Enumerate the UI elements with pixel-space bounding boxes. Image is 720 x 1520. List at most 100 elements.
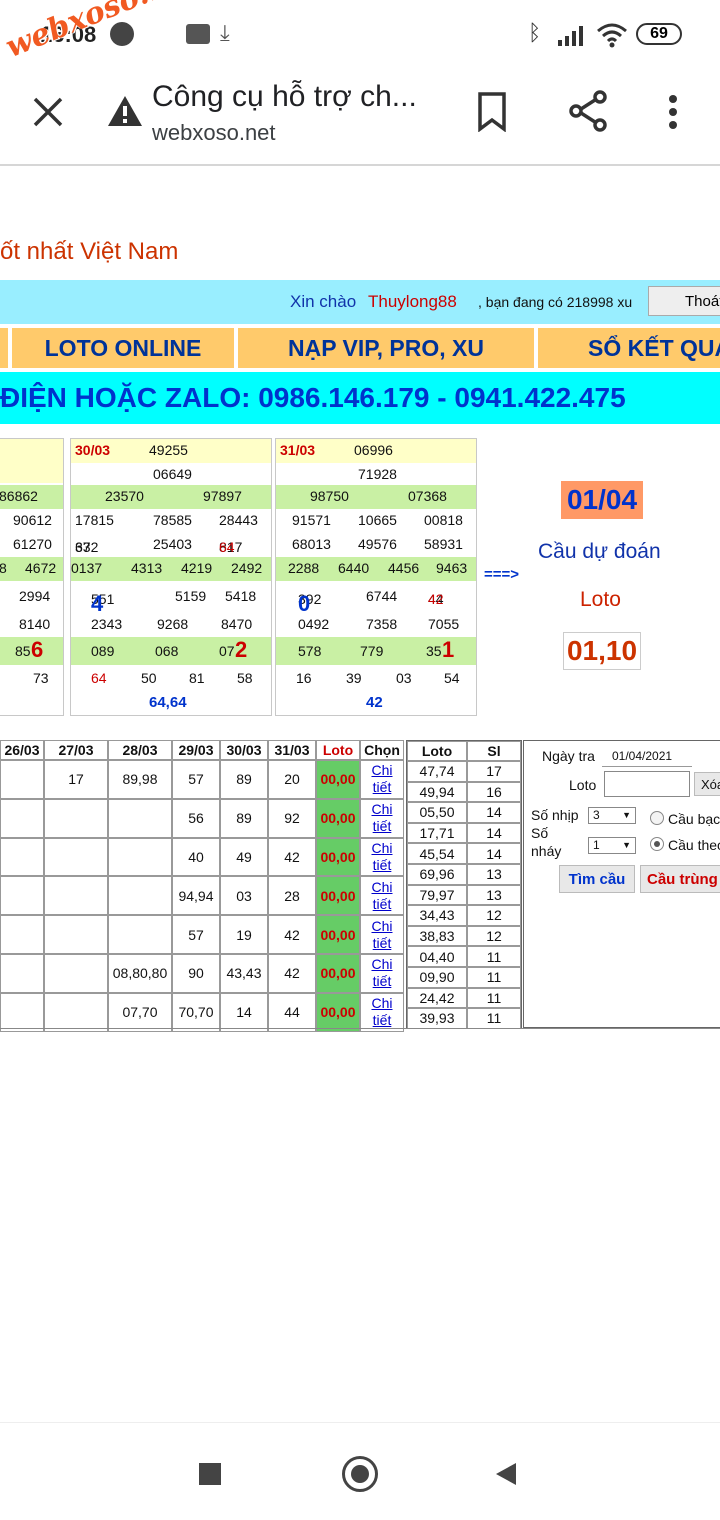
detail-link[interactable]: Chi tiết	[360, 798, 404, 838]
freq-cell: 11	[467, 967, 521, 988]
detail-link[interactable]: Chi tiết	[360, 992, 404, 1032]
grid-cell: 89	[220, 760, 268, 799]
freq-cell: 13	[467, 864, 521, 885]
arrow-indicator: ===>	[484, 566, 520, 583]
freq-cell: 11	[467, 946, 521, 967]
result-cell: 6440	[338, 560, 370, 576]
grid-cell: 89,98	[108, 760, 172, 799]
result-cell: 5159	[175, 588, 207, 604]
grid-cell: 43,43	[220, 954, 268, 993]
freq-cell: 09,90	[407, 967, 467, 988]
divider	[0, 1028, 720, 1029]
result-cell: 23570	[105, 488, 144, 504]
browser-toolbar: Công cụ hỗ trợ ch... webxoso.net	[0, 68, 720, 166]
logout-button[interactable]: Thoát	[648, 286, 720, 316]
date-input[interactable]: 01/04/2021	[602, 745, 692, 767]
radio-dot	[654, 841, 660, 847]
home-icon[interactable]	[342, 1456, 378, 1492]
detail-link-text: tiết	[372, 856, 392, 873]
freq-cell: 45,54	[407, 843, 467, 864]
result-cell: 06996	[354, 442, 393, 458]
grid-cell: 40	[172, 837, 220, 877]
nhay-label: nháy	[531, 843, 562, 859]
result-cell: 06649	[153, 466, 192, 482]
result-footer: 42	[366, 694, 383, 711]
detail-link-text: tiết	[372, 895, 392, 912]
page-url[interactable]: webxoso.net	[152, 120, 276, 146]
close-icon[interactable]	[32, 96, 64, 128]
detail-link[interactable]: Chi tiết	[360, 954, 404, 993]
grid-cell	[44, 798, 108, 838]
result-cell: 2343	[91, 616, 123, 632]
result-cell: 07	[219, 643, 235, 659]
detail-link-text: Chi	[371, 995, 393, 1012]
detail-link-text: tiết	[372, 779, 392, 796]
freq-cell: 69,96	[407, 864, 467, 885]
result-footer: 64,64	[149, 694, 187, 711]
more-menu-icon[interactable]	[666, 94, 680, 130]
hotline-banner: ĐIỆN HOẶC ZALO: 0986.146.179 - 0941.422.…	[0, 372, 720, 424]
result-cell: 2994	[19, 588, 51, 604]
nhip-select[interactable]: 3 ▼	[588, 807, 636, 824]
nhay-value: 1	[593, 838, 600, 852]
android-nav-bar	[0, 1422, 720, 1520]
result-special: 1	[442, 637, 455, 662]
freq-cell: 13	[467, 884, 521, 906]
grid-header: 28/03	[108, 740, 172, 760]
result-cell: 71928	[358, 466, 397, 482]
recents-icon[interactable]	[199, 1463, 221, 1485]
result-cell: 54	[444, 670, 460, 686]
menu-so-ket-qua[interactable]: SỔ KẾT QUẢ	[538, 328, 720, 368]
result-cell: 8	[0, 560, 7, 576]
freq-cell: 05,50	[407, 802, 467, 823]
radio-cau-theo[interactable]	[650, 837, 664, 851]
user-bar: Xin chào Thuylong88 , bạn đang có 218998…	[0, 280, 720, 324]
grid-cell: 03	[220, 876, 268, 916]
grid-cell	[44, 954, 108, 993]
nhay-select[interactable]: 1 ▼	[588, 837, 636, 854]
find-cau-button[interactable]: Tìm cầu	[559, 865, 635, 893]
freq-cell: 17	[467, 761, 521, 782]
clear-button[interactable]: Xóa	[694, 772, 720, 796]
result-cell: 089	[91, 643, 115, 659]
result-cell: 9463	[436, 560, 468, 576]
result-cell: 28443	[219, 512, 258, 528]
menu-nap-vip[interactable]: NẠP VIP, PRO, XU	[238, 328, 536, 368]
loto-input[interactable]	[604, 771, 690, 797]
battery-icon: 69	[636, 23, 682, 45]
freq-cell: 16	[467, 781, 521, 803]
detail-link[interactable]: Chi tiết	[360, 915, 404, 954]
grid-header: 30/03	[220, 740, 268, 760]
greet-text: Xin chào	[290, 292, 357, 311]
grid-loto-cell: 00,00	[316, 798, 360, 838]
grid-cell	[108, 915, 172, 954]
bluetooth-icon: ᛒ	[528, 20, 542, 45]
logout-label: Thoát	[685, 292, 720, 310]
warning-icon[interactable]	[106, 94, 144, 128]
prediction-value: 01,10	[563, 632, 641, 670]
nhip-label: Số nhịp	[531, 807, 579, 823]
result-cell: 49576	[358, 536, 397, 552]
detail-link[interactable]: Chi tiết	[360, 760, 404, 799]
result-cell: 07368	[408, 488, 447, 504]
bookmark-icon[interactable]	[476, 92, 508, 132]
back-icon[interactable]	[494, 1461, 518, 1487]
prediction-date: 01/04	[561, 481, 643, 519]
prediction-loto-label: Loto	[580, 588, 621, 611]
result-cell: 8470	[221, 616, 253, 632]
radio-cau-bac[interactable]	[650, 811, 664, 825]
menu-edge	[0, 328, 10, 368]
grid-cell	[44, 915, 108, 954]
menu-loto-online[interactable]: LOTO ONLINE	[12, 328, 236, 368]
result-cell: 86862	[0, 488, 38, 504]
grid-header: 27/03	[44, 740, 108, 760]
result-cell: 2492	[231, 560, 263, 576]
result-cell: 9268	[157, 616, 189, 632]
result-cell: 4219	[181, 560, 213, 576]
share-icon[interactable]	[568, 90, 608, 132]
page-title[interactable]: Công cụ hỗ trợ ch...	[152, 80, 417, 114]
result-cell: 4672	[25, 560, 57, 576]
detail-link[interactable]: Chi tiết	[360, 876, 404, 916]
detail-link[interactable]: Chi tiết	[360, 837, 404, 877]
cau-trung-button[interactable]: Cầu trùng	[640, 865, 720, 893]
